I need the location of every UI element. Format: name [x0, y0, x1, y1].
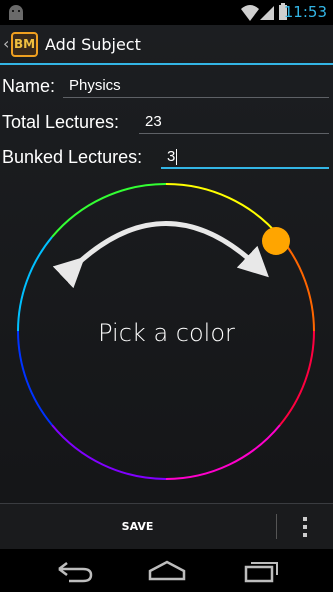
color-picker-wheel[interactable]: [0, 25, 333, 503]
overflow-menu-icon[interactable]: [290, 504, 320, 549]
bottom-action-bar: SAVE: [0, 503, 333, 549]
divider: [276, 514, 277, 539]
wifi-icon: [241, 5, 259, 21]
pick-color-label: Pick a color: [98, 319, 235, 347]
back-icon[interactable]: [55, 559, 95, 583]
color-selector-handle[interactable]: [262, 227, 290, 255]
android-icon: [9, 5, 23, 20]
swipe-arrow-icon: [52, 221, 269, 289]
signal-icon: [260, 6, 274, 20]
app-content: ‹ BM Add Subject Name: Physics Total Lec…: [0, 25, 333, 549]
status-bar: 11:53: [0, 0, 333, 25]
save-button[interactable]: SAVE: [0, 504, 275, 549]
navigation-bar: [0, 549, 333, 592]
clock: 11:53: [283, 3, 327, 21]
home-icon[interactable]: [147, 559, 187, 583]
recents-icon[interactable]: [242, 559, 282, 583]
